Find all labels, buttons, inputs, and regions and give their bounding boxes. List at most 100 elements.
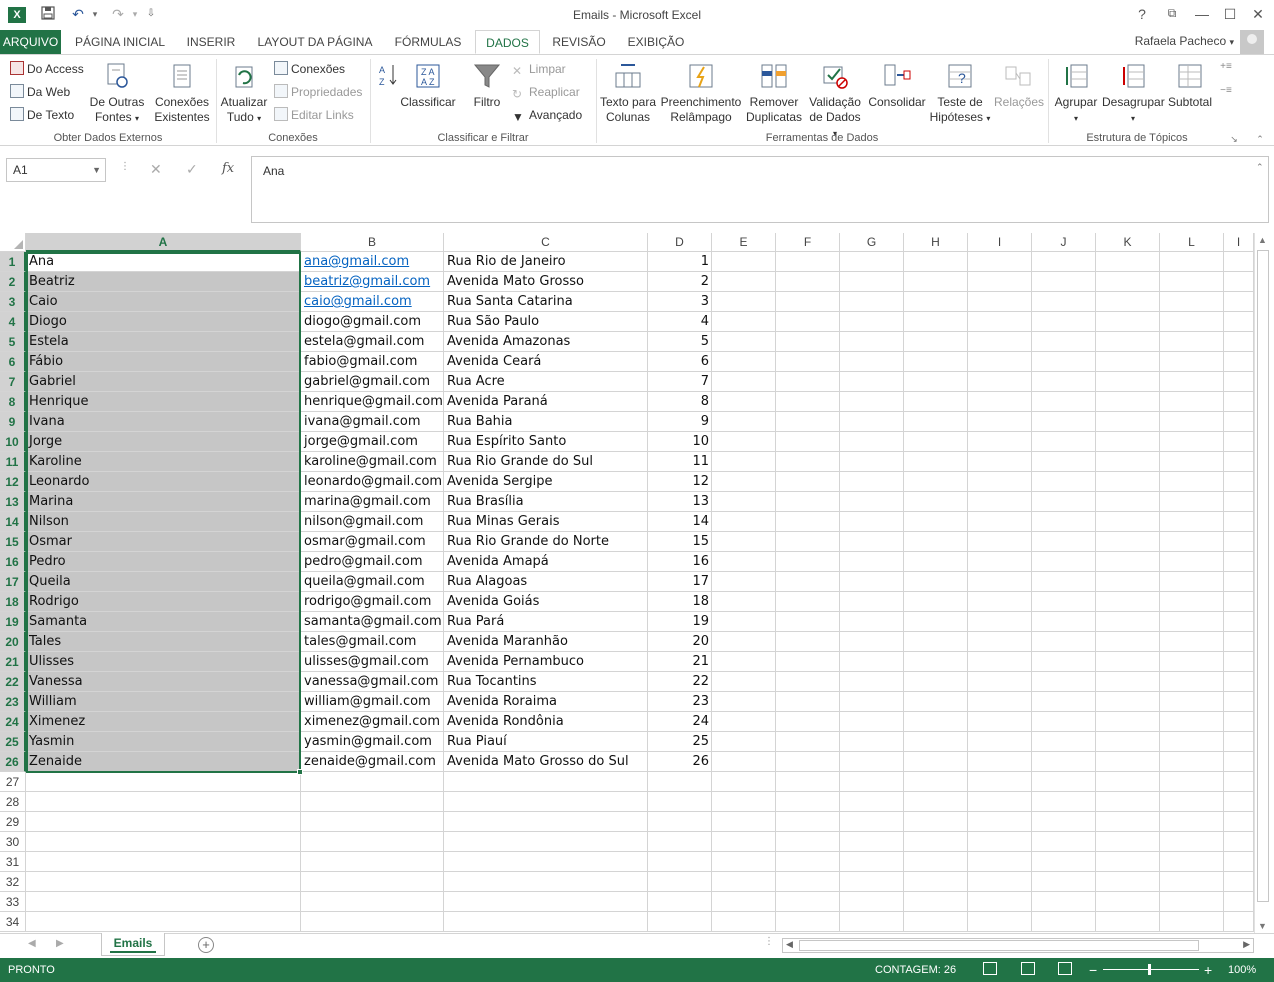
worksheet-grid[interactable]: A B C D E F G H I J K L I 1 Ana ana@gmail.com Rua Rio de… [0,233,1254,933]
empty-cell[interactable] [776,472,840,492]
empty-cell[interactable] [1032,832,1096,852]
empty-cell[interactable] [1160,652,1224,672]
empty-cell[interactable] [1032,812,1096,832]
cell-d[interactable] [648,812,712,832]
empty-cell[interactable] [1096,612,1160,632]
empty-cell[interactable] [904,252,968,272]
empty-cell[interactable] [1224,452,1254,472]
empty-cell[interactable] [776,592,840,612]
cell-a[interactable]: Jorge [26,432,301,452]
empty-cell[interactable] [1032,392,1096,412]
cell-b[interactable]: pedro@gmail.com [301,552,444,572]
empty-cell[interactable] [968,412,1032,432]
cell-b[interactable]: marina@gmail.com [301,492,444,512]
empty-cell[interactable] [840,572,904,592]
empty-cell[interactable] [904,312,968,332]
row-header[interactable]: 29 [0,812,26,832]
cell-a[interactable] [26,832,301,852]
empty-cell[interactable] [840,492,904,512]
empty-cell[interactable] [1160,712,1224,732]
empty-cell[interactable] [1160,832,1224,852]
empty-cell[interactable] [1160,472,1224,492]
empty-cell[interactable] [712,772,776,792]
row-header[interactable]: 28 [0,792,26,812]
cell-c[interactable]: Rua Rio Grande do Norte [444,532,648,552]
empty-cell[interactable] [1160,692,1224,712]
empty-cell[interactable] [1096,892,1160,912]
cell-b[interactable] [301,912,444,932]
empty-cell[interactable] [1160,672,1224,692]
empty-cell[interactable] [1224,832,1254,852]
cell-d[interactable]: 19 [648,612,712,632]
empty-cell[interactable] [1160,252,1224,272]
empty-cell[interactable] [1160,552,1224,572]
do-access-button[interactable]: Do Access [10,60,84,78]
empty-cell[interactable] [1160,432,1224,452]
row-header[interactable]: 4 [0,312,26,332]
empty-cell[interactable] [904,412,968,432]
cell-a[interactable]: Beatriz [26,272,301,292]
cell-a[interactable]: Diogo [26,312,301,332]
column-header[interactable]: J [1032,233,1096,252]
empty-cell[interactable] [968,252,1032,272]
texto-para-colunas-button[interactable]: Texto para Colunas [598,61,658,125]
empty-cell[interactable] [968,672,1032,692]
cell-a[interactable]: Osmar [26,532,301,552]
empty-cell[interactable] [968,372,1032,392]
empty-cell[interactable] [968,352,1032,372]
zoom-out-icon[interactable]: − [1089,962,1097,978]
cell-b[interactable]: fabio@gmail.com [301,352,444,372]
empty-cell[interactable] [712,672,776,692]
empty-cell[interactable] [712,512,776,532]
empty-cell[interactable] [1096,392,1160,412]
cell-b[interactable]: samanta@gmail.com [301,612,444,632]
empty-cell[interactable] [904,792,968,812]
tab-formulas[interactable]: FÓRMULAS [386,30,470,54]
empty-cell[interactable] [776,372,840,392]
empty-cell[interactable] [1096,252,1160,272]
empty-cell[interactable] [1224,612,1254,632]
empty-cell[interactable] [1032,792,1096,812]
empty-cell[interactable] [1032,632,1096,652]
cell-a[interactable]: Pedro [26,552,301,572]
empty-cell[interactable] [904,532,968,552]
name-box-dropdown-icon[interactable]: ▼ [92,159,101,181]
empty-cell[interactable] [840,692,904,712]
empty-cell[interactable] [1160,872,1224,892]
row-header[interactable]: 19 [0,612,26,632]
cell-d[interactable]: 7 [648,372,712,392]
row-header[interactable]: 11 [0,452,26,472]
formula-input[interactable]: Ana [251,156,1269,223]
cell-a[interactable]: Gabriel [26,372,301,392]
empty-cell[interactable] [1096,832,1160,852]
empty-cell[interactable] [776,532,840,552]
row-header[interactable]: 6 [0,352,26,372]
empty-cell[interactable] [840,592,904,612]
empty-cell[interactable] [712,752,776,772]
empty-cell[interactable] [968,272,1032,292]
row-header[interactable]: 15 [0,532,26,552]
cell-a[interactable]: Estela [26,332,301,352]
column-header[interactable]: I [1224,233,1254,252]
empty-cell[interactable] [712,552,776,572]
cell-d[interactable] [648,792,712,812]
empty-cell[interactable] [1160,852,1224,872]
teste-de-hipoteses-button[interactable]: ? Teste de Hipóteses ▾ [928,61,992,126]
cell-c[interactable]: Avenida Amazonas [444,332,648,352]
empty-cell[interactable] [968,392,1032,412]
empty-cell[interactable] [1032,852,1096,872]
empty-cell[interactable] [840,852,904,872]
empty-cell[interactable] [840,772,904,792]
vertical-scrollbar[interactable]: ▲ ▼ [1254,233,1271,933]
cell-c[interactable]: Rua Espírito Santo [444,432,648,452]
empty-cell[interactable] [840,672,904,692]
column-header[interactable]: L [1160,233,1224,252]
empty-cell[interactable] [1096,552,1160,572]
cell-b[interactable]: gabriel@gmail.com [301,372,444,392]
empty-cell[interactable] [1096,712,1160,732]
empty-cell[interactable] [968,752,1032,772]
cell-b[interactable]: rodrigo@gmail.com [301,592,444,612]
cell-a[interactable]: Zenaide [26,752,301,772]
cell-c[interactable]: Avenida Rondônia [444,712,648,732]
consolidar-button[interactable]: Consolidar [866,61,928,110]
